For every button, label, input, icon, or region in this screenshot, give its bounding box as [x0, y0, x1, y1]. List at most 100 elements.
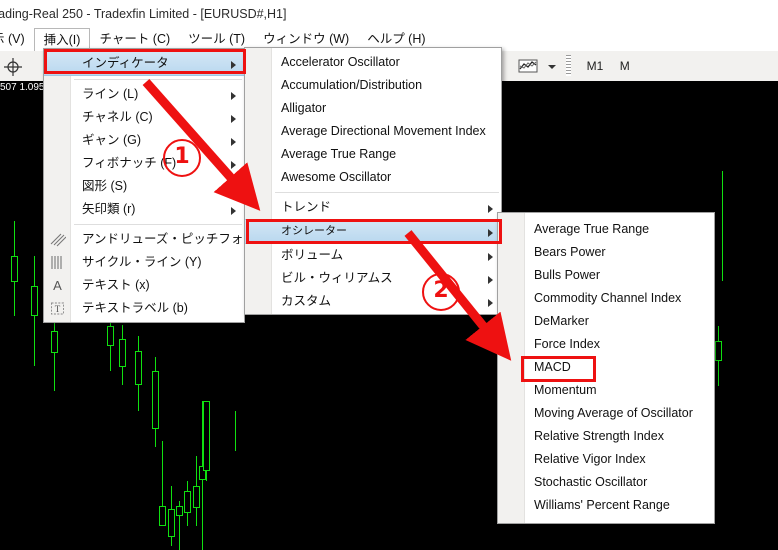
menu-item-label: ボリューム: [281, 248, 344, 262]
menu-item-label: カスタム: [281, 294, 332, 308]
chevron-right-icon: [231, 138, 236, 146]
chevron-right-icon: [231, 207, 236, 215]
menu-item-arrows[interactable]: 矢印類 (r): [44, 198, 244, 221]
menu-item-label: オシレーター: [281, 225, 347, 237]
chevron-right-icon: [231, 161, 236, 169]
menu-item-label: 図形 (S): [82, 179, 128, 193]
menu-item-bulls-power[interactable]: Bulls Power: [498, 264, 714, 287]
menu-item-bill-williams[interactable]: ビル・ウィリアムス: [245, 267, 501, 290]
menu-item-trend[interactable]: トレンド: [245, 196, 501, 219]
menu-item-label: ギャン (G): [82, 133, 142, 147]
menu-item-label: テキスト (x): [82, 278, 150, 292]
chevron-right-icon: [488, 205, 493, 213]
chevron-right-icon: [231, 61, 236, 69]
menu-item-demarker[interactable]: DeMarker: [498, 310, 714, 333]
menu-item-accumulation-distribution[interactable]: Accumulation/Distribution: [245, 74, 501, 97]
menu-item-label: Bears Power: [534, 245, 606, 259]
insert-dropdown[interactable]: インディケータ ライン (L) チャネル (C) ギャン (G) フィボナッチ …: [43, 48, 289, 323]
menu-item-text[interactable]: A テキスト (x): [44, 274, 244, 297]
menu-chart[interactable]: チャート (C): [90, 28, 179, 50]
timeframe-next-button[interactable]: M: [620, 54, 630, 78]
chevron-right-icon: [488, 276, 493, 284]
menu-item-moving-average-of-oscillator[interactable]: Moving Average of Oscillator: [498, 402, 714, 425]
menu-item-macd[interactable]: MACD: [498, 356, 714, 379]
menu-item-average-true-range[interactable]: Average True Range: [498, 218, 714, 241]
menu-view[interactable]: 示 (V): [0, 28, 34, 50]
menu-item-label: Awesome Oscillator: [281, 170, 392, 184]
menu-item-label: テキストラベル (b): [82, 301, 188, 315]
menu-item-williams-percent-range[interactable]: Williams' Percent Range: [498, 494, 714, 517]
menu-separator: [275, 192, 499, 193]
menu-item-andrews-pitchfork[interactable]: アンドリューズ・ピッチフォーク (A): [44, 228, 289, 251]
chevron-right-icon: [231, 115, 236, 123]
menu-item-label: Alligator: [281, 101, 327, 115]
menu-item-label: フィボナッチ (F): [82, 156, 177, 170]
menu-item-label: Commodity Channel Index: [534, 291, 682, 305]
pitchfork-icon: [49, 231, 67, 248]
cycle-lines-icon: [49, 254, 66, 271]
chevron-right-icon: [231, 92, 236, 100]
menu-item-gann[interactable]: ギャン (G): [44, 129, 244, 152]
menu-item-stochastic-oscillator[interactable]: Stochastic Oscillator: [498, 471, 714, 494]
menu-item-accelerator-oscillator[interactable]: Accelerator Oscillator: [245, 51, 501, 74]
menu-item-text-label[interactable]: T テキストラベル (b): [44, 297, 244, 320]
menu-item-line[interactable]: ライン (L): [44, 83, 244, 106]
chevron-right-icon: [488, 253, 493, 261]
menu-item-label: MACD: [534, 360, 571, 374]
menu-item-label: トレンド: [281, 200, 332, 214]
menu-item-volumes[interactable]: ボリューム: [245, 244, 501, 267]
menu-item-average-true-range[interactable]: Average True Range: [245, 143, 501, 166]
menu-item-shapes[interactable]: 図形 (S): [44, 175, 244, 198]
menu-item-label: Moving Average of Oscillator: [534, 406, 693, 420]
menu-item-channel[interactable]: チャネル (C): [44, 106, 244, 129]
crosshair-icon[interactable]: [1, 54, 25, 78]
timeframe-m1-button[interactable]: M1: [587, 54, 604, 78]
menu-item-label: DeMarker: [534, 314, 589, 328]
menu-item-label: ライン (L): [82, 87, 139, 101]
menu-item-label: Momentum: [534, 383, 597, 397]
chevron-right-icon: [488, 229, 493, 237]
menu-item-label: インディケータ: [82, 56, 169, 70]
text-label-icon: T: [49, 300, 66, 317]
menu-item-bears-power[interactable]: Bears Power: [498, 241, 714, 264]
menu-item-label: Accelerator Oscillator: [281, 55, 400, 69]
menu-item-label: Relative Vigor Index: [534, 452, 646, 466]
menu-item-custom[interactable]: カスタム: [245, 290, 501, 313]
step-2-marker: 2: [422, 273, 460, 311]
menu-item-commodity-channel-index[interactable]: Commodity Channel Index: [498, 287, 714, 310]
app-window: rading-Real 250 - Tradexfin Limited - [E…: [0, 0, 778, 550]
menu-item-average-directional-movement-index[interactable]: Average Directional Movement Index: [245, 120, 501, 143]
menu-separator: [74, 79, 242, 80]
menu-item-oscillators[interactable]: オシレーター: [245, 219, 501, 244]
menu-item-alligator[interactable]: Alligator: [245, 97, 501, 120]
menu-item-relative-vigor-index[interactable]: Relative Vigor Index: [498, 448, 714, 471]
indicators-icon[interactable]: [516, 54, 540, 78]
chevron-right-icon: [488, 299, 493, 307]
menu-tools[interactable]: ツール (T): [179, 28, 254, 50]
menu-separator: [74, 224, 242, 225]
menu-item-label: Williams' Percent Range: [534, 498, 670, 512]
menu-item-label: Average Directional Movement Index: [281, 124, 486, 138]
menu-item-awesome-oscillator[interactable]: Awesome Oscillator: [245, 166, 501, 189]
menu-item-momentum[interactable]: Momentum: [498, 379, 714, 402]
oscillators-submenu[interactable]: Average True Range Bears Power Bulls Pow…: [497, 212, 715, 524]
menu-item-fibonacci[interactable]: フィボナッチ (F): [44, 152, 244, 175]
menu-item-cycle-lines[interactable]: サイクル・ライン (Y): [44, 251, 244, 274]
menu-item-label: Stochastic Oscillator: [534, 475, 648, 489]
menu-item-label: Relative Strength Index: [534, 429, 664, 443]
window-title: rading-Real 250 - Tradexfin Limited - [E…: [0, 7, 287, 21]
indicators-submenu[interactable]: Accelerator Oscillator Accumulation/Dist…: [244, 47, 502, 315]
text-icon: A: [53, 278, 62, 293]
toolbar-grip[interactable]: [566, 55, 572, 76]
window-titlebar: rading-Real 250 - Tradexfin Limited - [E…: [0, 0, 778, 28]
indicators-dropdown-arrow[interactable]: [546, 54, 557, 78]
svg-text:T: T: [55, 304, 61, 314]
menu-item-label: サイクル・ライン (Y): [82, 255, 202, 269]
menu-item-label: Average True Range: [281, 147, 397, 161]
menu-item-force-index[interactable]: Force Index: [498, 333, 714, 356]
menu-item-label: Force Index: [534, 337, 601, 351]
menu-item-relative-strength-index[interactable]: Relative Strength Index: [498, 425, 714, 448]
menu-item-label: Average True Range: [534, 222, 650, 236]
menu-item-label: チャネル (C): [82, 110, 153, 124]
menu-item-indicators[interactable]: インディケータ: [44, 51, 244, 76]
